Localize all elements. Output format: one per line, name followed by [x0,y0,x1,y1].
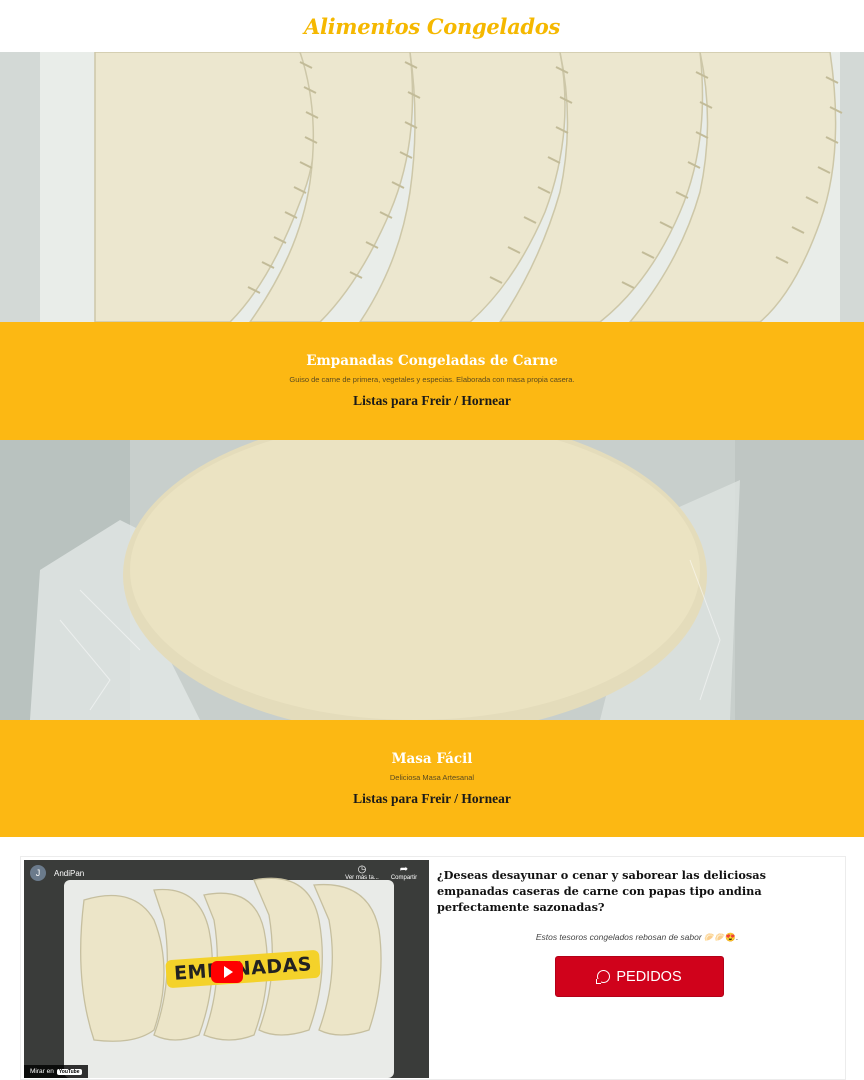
channel-name[interactable]: AndiPan [54,869,84,878]
play-icon [223,966,233,978]
product-title: Masa Fácil [391,751,473,767]
promo-subtitle-text: Estos tesoros congelados rebosan de sabo… [535,932,702,942]
watch-on-youtube[interactable]: Mirar en YouTube [24,1065,88,1078]
watch-on-label: Mirar en [30,1068,54,1075]
product-band-masa: Masa Fácil Deliciosa Masa Artesanal List… [0,720,864,837]
promo-text: ¿Deseas desayunar o cenar y saborear las… [437,867,837,997]
site-title[interactable]: Alimentos Congelados [304,14,560,39]
product-cta: Listas para Freir / Hornear [353,791,511,806]
play-button[interactable] [211,961,243,983]
product-description: Deliciosa Masa Artesanal [389,773,475,782]
empanadas-image [0,52,864,322]
product-description: Guiso de carne de primera, vegetales y e… [289,375,575,384]
share-icon: ➦ [399,864,409,875]
empanadas-photo [0,52,864,322]
share-button[interactable]: ➦ Compartir [384,864,424,881]
site-header: Alimentos Congelados [0,0,864,52]
promo-question: ¿Deseas desayunar o cenar y saborear las… [437,868,766,914]
product-band-empanadas: Empanadas Congeladas de Carne Guiso de c… [0,322,864,440]
clock-icon: ◷ [357,864,367,875]
empanada-emoji-icon: 🥟🥟😍. [704,932,739,942]
promo-section: J AndiPan ◷ Ver más ta... ➦ Compartir EM… [20,856,846,1080]
product-cta: Listas para Freir / Hornear [353,393,511,408]
pedidos-button[interactable]: PEDIDOS [555,956,724,997]
channel-avatar[interactable]: J [30,865,46,881]
promo-subtitle: Estos tesoros congelados rebosan de sabo… [437,932,837,943]
watch-later-button[interactable]: ◷ Ver más ta... [342,864,382,881]
dough-image [0,440,864,720]
product-title: Empanadas Congeladas de Carne [306,353,558,369]
video-embed[interactable]: J AndiPan ◷ Ver más ta... ➦ Compartir EM… [24,860,429,1078]
pedidos-label: PEDIDOS [616,968,682,985]
dough-disc-photo [0,440,864,720]
watch-later-label: Ver más ta... [345,875,379,881]
youtube-logo-icon: YouTube [56,1068,82,1075]
share-label: Compartir [390,875,418,881]
whatsapp-icon [597,970,611,983]
